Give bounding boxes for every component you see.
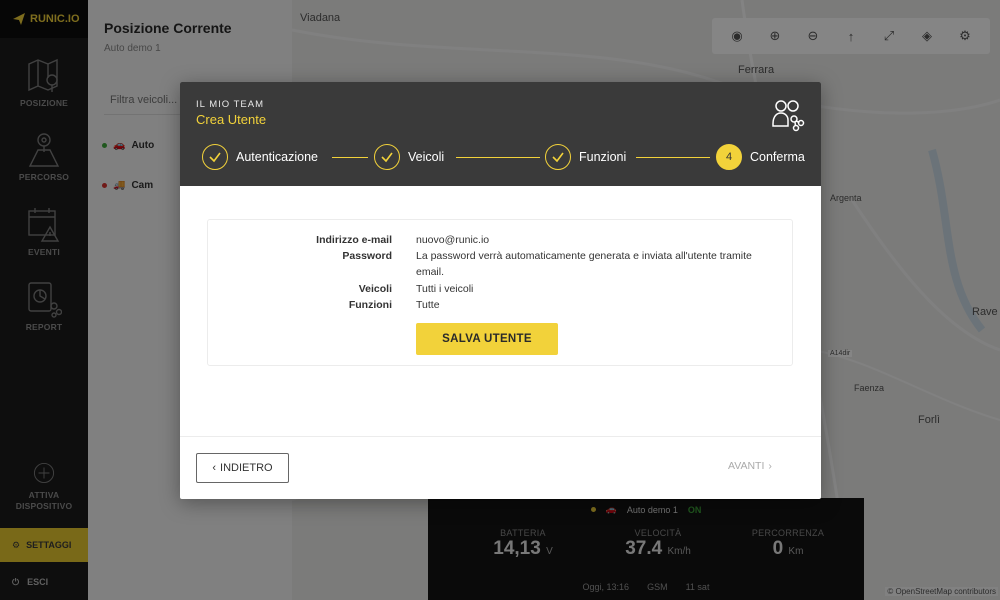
modal-header: IL MIO TEAM Crea Utente Autenticazione V… (180, 82, 821, 186)
next-label: AVANTI (728, 460, 765, 472)
summary-key: Funzioni (348, 299, 392, 311)
next-button[interactable]: AVANTI › (728, 460, 772, 472)
check-icon (545, 144, 571, 170)
back-label: INDIETRO (220, 462, 273, 474)
step-connector (332, 156, 368, 158)
step-connector (636, 156, 710, 158)
step-label: Funzioni (579, 150, 627, 164)
summary-value: La password verrà automaticamente genera… (416, 250, 752, 278)
chevron-right-icon: › (768, 460, 772, 472)
wizard-steps: Autenticazione Veicoli Funzioni 4 Confer… (202, 144, 807, 170)
check-icon (374, 144, 400, 170)
chevron-left-icon: ‹ (212, 462, 217, 474)
step-conferma[interactable]: 4 Conferma (716, 144, 805, 170)
modal-title: Crea Utente (196, 112, 267, 127)
footer-divider (180, 436, 821, 437)
save-user-button[interactable]: SALVA UTENTE (416, 323, 558, 355)
step-label: Veicoli (408, 150, 445, 164)
step-label: Conferma (750, 150, 805, 164)
back-button[interactable]: ‹ INDIETRO (196, 453, 289, 483)
summary-key: Indirizzo e-mail (316, 234, 392, 246)
step-label: Autenticazione (236, 150, 319, 164)
summary-value: Tutti i veicoli (416, 283, 474, 295)
summary-card: Indirizzo e-mail nuovo@runic.io Password… (207, 219, 793, 366)
step-connector (456, 156, 540, 158)
summary-key: Password (342, 250, 392, 262)
summary-value: Tutte (416, 299, 440, 311)
step-number-badge: 4 (716, 144, 742, 170)
summary-value: nuovo@runic.io (416, 234, 490, 246)
check-icon (202, 144, 228, 170)
summary-key: Veicoli (358, 283, 392, 295)
create-user-modal: IL MIO TEAM Crea Utente Autenticazione V… (180, 82, 821, 499)
step-funzioni[interactable]: Funzioni (545, 144, 626, 170)
step-autenticazione[interactable]: Autenticazione (202, 144, 318, 170)
step-veicoli[interactable]: Veicoli (374, 144, 444, 170)
team-users-icon (772, 100, 805, 132)
modal-eyebrow: IL MIO TEAM (196, 99, 265, 110)
